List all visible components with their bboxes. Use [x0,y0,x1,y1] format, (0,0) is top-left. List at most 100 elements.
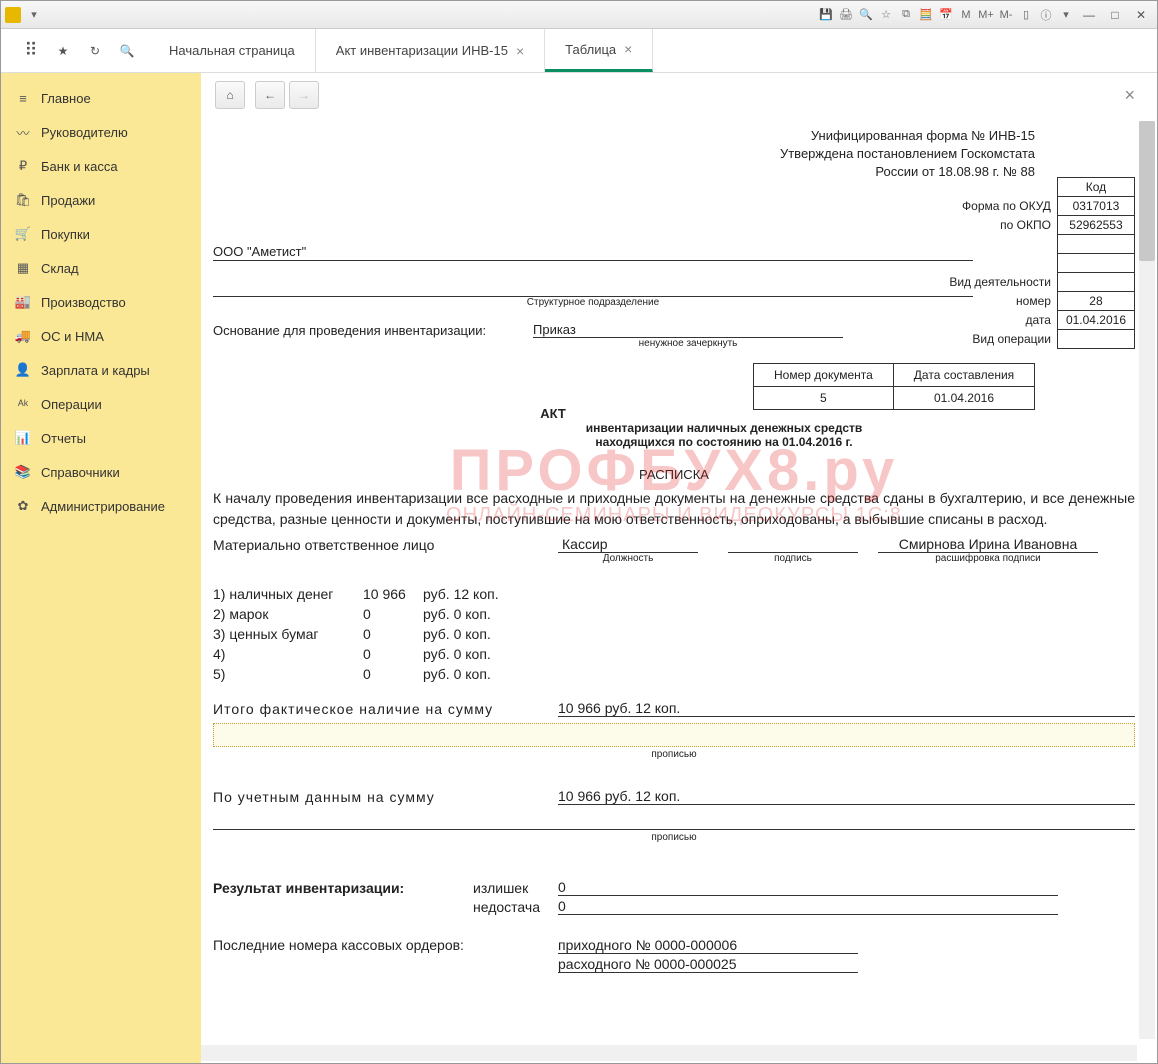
accounting-value: 10 966 руб. 12 коп. [558,788,1135,805]
menu-icon: ≡ [15,90,31,106]
search-icon[interactable]: 🔍 [117,41,137,61]
ops-icon: ᴬᵏ [15,396,31,412]
nav-operations[interactable]: ᴬᵏ Операции [1,387,201,421]
act-subtitle: находящихся по состоянию на 01.04.2016 г… [313,435,1135,449]
responsible-label: Материально ответственное лицо [213,537,558,553]
horizontal-scrollbar[interactable] [201,1045,1137,1061]
nav-label: Производство [41,295,126,310]
nav-admin[interactable]: ✿Администрирование [1,489,201,523]
close-page-button[interactable]: × [1116,85,1143,106]
tab-start[interactable]: Начальная страница [149,29,316,72]
nav-sales[interactable]: 🛍Продажи [1,183,201,217]
selected-cell[interactable] [213,723,1135,747]
result-label: Результат инвентаризации: [213,880,473,896]
nav-label: Главное [41,91,91,106]
vertical-scrollbar[interactable] [1139,121,1155,1039]
nav-bank[interactable]: ₽ Банк и касса [1,149,201,183]
shortage-label: недостача [473,899,558,915]
m-icon[interactable]: M [957,6,975,24]
m-minus-icon[interactable]: M- [997,6,1015,24]
receipt-title: РАСПИСКА [213,467,1135,482]
ruble-icon: ₽ [15,158,31,174]
history-icon[interactable]: ↻ [85,41,105,61]
doc-number-table: Номер документаДата составления 501.04.2… [753,363,1035,410]
tabbar: ⠿ ★ ↻ 🔍 Начальная страница Акт инвентари… [1,29,1157,73]
nav-label: Склад [41,261,79,276]
info-icon[interactable]: ⓘ [1037,6,1055,24]
app-window: ▾ 💾 🖨 🔍 ☆ ⧉ 🧮 📅 M M+ M- ▯ ⓘ ▾ — □ ✕ ⠿ ★ … [0,0,1158,1064]
nav-main[interactable]: ≡ Главное [1,81,201,115]
org-name: ООО "Аметист" [213,244,973,261]
nav-label: Руководителю [41,125,128,140]
responsible-name: Смирнова Ирина Ивановна [878,536,1098,553]
act-subtitle: инвентаризации наличных денежных средств [313,421,1135,435]
order-in: приходного № 0000-000006 [558,937,858,954]
tab-table[interactable]: Таблица × [545,29,653,72]
scroll-thumb[interactable] [1139,121,1155,261]
nav-label: Операции [41,397,102,412]
basis-label: Основание для проведения инвентаризации: [213,323,533,338]
minimize-button[interactable]: — [1077,5,1101,25]
apps-icon[interactable]: ⠿ [21,41,41,61]
dropdown-icon[interactable]: ▾ [25,6,43,24]
accounting-label: По учетным данным на сумму [213,789,558,805]
nav-assets[interactable]: 🚚ОС и НМА [1,319,201,353]
maximize-button[interactable]: □ [1103,5,1127,25]
save-icon[interactable]: 💾 [817,6,835,24]
act-title: АКТ [403,406,703,421]
nav-label: Зарплата и кадры [41,363,150,378]
form-header: России от 18.08.98 г. № 88 [213,163,1035,181]
nav-label: Администрирование [41,499,165,514]
form-header: Унифицированная форма № ИНВ-15 [213,127,1035,145]
m-plus-icon[interactable]: M+ [977,6,995,24]
document-viewport[interactable]: ПРОФБУХ8.ру ОНЛАЙН-СЕМИНАРЫ И ВИДЕОКУРСЫ… [201,117,1157,1063]
bars-icon: 📊 [15,430,31,446]
tab-label: Таблица [565,42,616,57]
close-icon[interactable]: × [624,41,632,57]
basis-note: ненужное зачеркнуть [533,338,843,349]
app-icon [5,7,21,23]
nav-warehouse[interactable]: ▦Склад [1,251,201,285]
calendar-icon[interactable]: 📅 [937,6,955,24]
tab-label: Акт инвентаризации ИНВ-15 [336,43,508,58]
nav-label: Отчеты [41,431,86,446]
preview-icon[interactable]: 🔍 [857,6,875,24]
code-table: Код Форма по ОКУД0317013 по ОКПО52962553… [941,177,1135,349]
nav-production[interactable]: 🏭Производство [1,285,201,319]
compare-icon[interactable]: ⧉ [897,6,915,24]
total-label: Итого фактическое наличие на сумму [213,701,558,717]
nav-catalogs[interactable]: 📚Справочники [1,455,201,489]
tab-act[interactable]: Акт инвентаризации ИНВ-15 × [316,29,545,72]
nav-hr[interactable]: 👤Зарплата и кадры [1,353,201,387]
close-button[interactable]: ✕ [1129,5,1153,25]
print-icon[interactable]: 🖨 [837,6,855,24]
panel-icon[interactable]: ▯ [1017,6,1035,24]
truck-icon: 🚚 [15,328,31,344]
menu-icon[interactable]: ▾ [1057,6,1075,24]
home-button[interactable]: ⌂ [215,81,245,109]
nav-label: Банк и касса [41,159,118,174]
items-list: 1) наличных денег10 966руб. 12 коп. 2) м… [213,586,1135,682]
orders-label: Последние номера кассовых ордеров: [213,937,558,954]
receipt-text: К началу проведения инвентаризации все р… [213,488,1135,530]
bag-icon: 🛍 [15,192,31,208]
nav-reports[interactable]: 📊 Отчеты [1,421,201,455]
form-header: Утверждена постановлением Госкомстата [213,145,1035,163]
responsible-position: Кассир [558,536,698,553]
cart-icon: 🛒 [15,226,31,242]
inwords-label: прописью [213,832,1135,843]
calc-icon[interactable]: 🧮 [917,6,935,24]
star-icon[interactable]: ★ [53,41,73,61]
favorite-icon[interactable]: ☆ [877,6,895,24]
forward-button[interactable]: → [289,81,319,109]
close-icon[interactable]: × [516,43,524,59]
nav-purchases[interactable]: 🛒 Покупки [1,217,201,251]
shortage-value: 0 [558,898,1058,915]
inwords-label: прописью [213,749,1135,760]
nav-manager[interactable]: 〰Руководителю [1,115,201,149]
sidebar: ≡Главное 〰Руководителю ₽Банк и касса 🛍Пр… [1,73,201,1063]
nav-label: Покупки [41,227,90,242]
back-button[interactable]: ← [255,81,285,109]
content-area: ⌂ ← → × ПРОФБУХ8.ру ОНЛАЙН-СЕМИНАРЫ И ВИ… [201,73,1157,1063]
tab-label: Начальная страница [169,43,295,58]
